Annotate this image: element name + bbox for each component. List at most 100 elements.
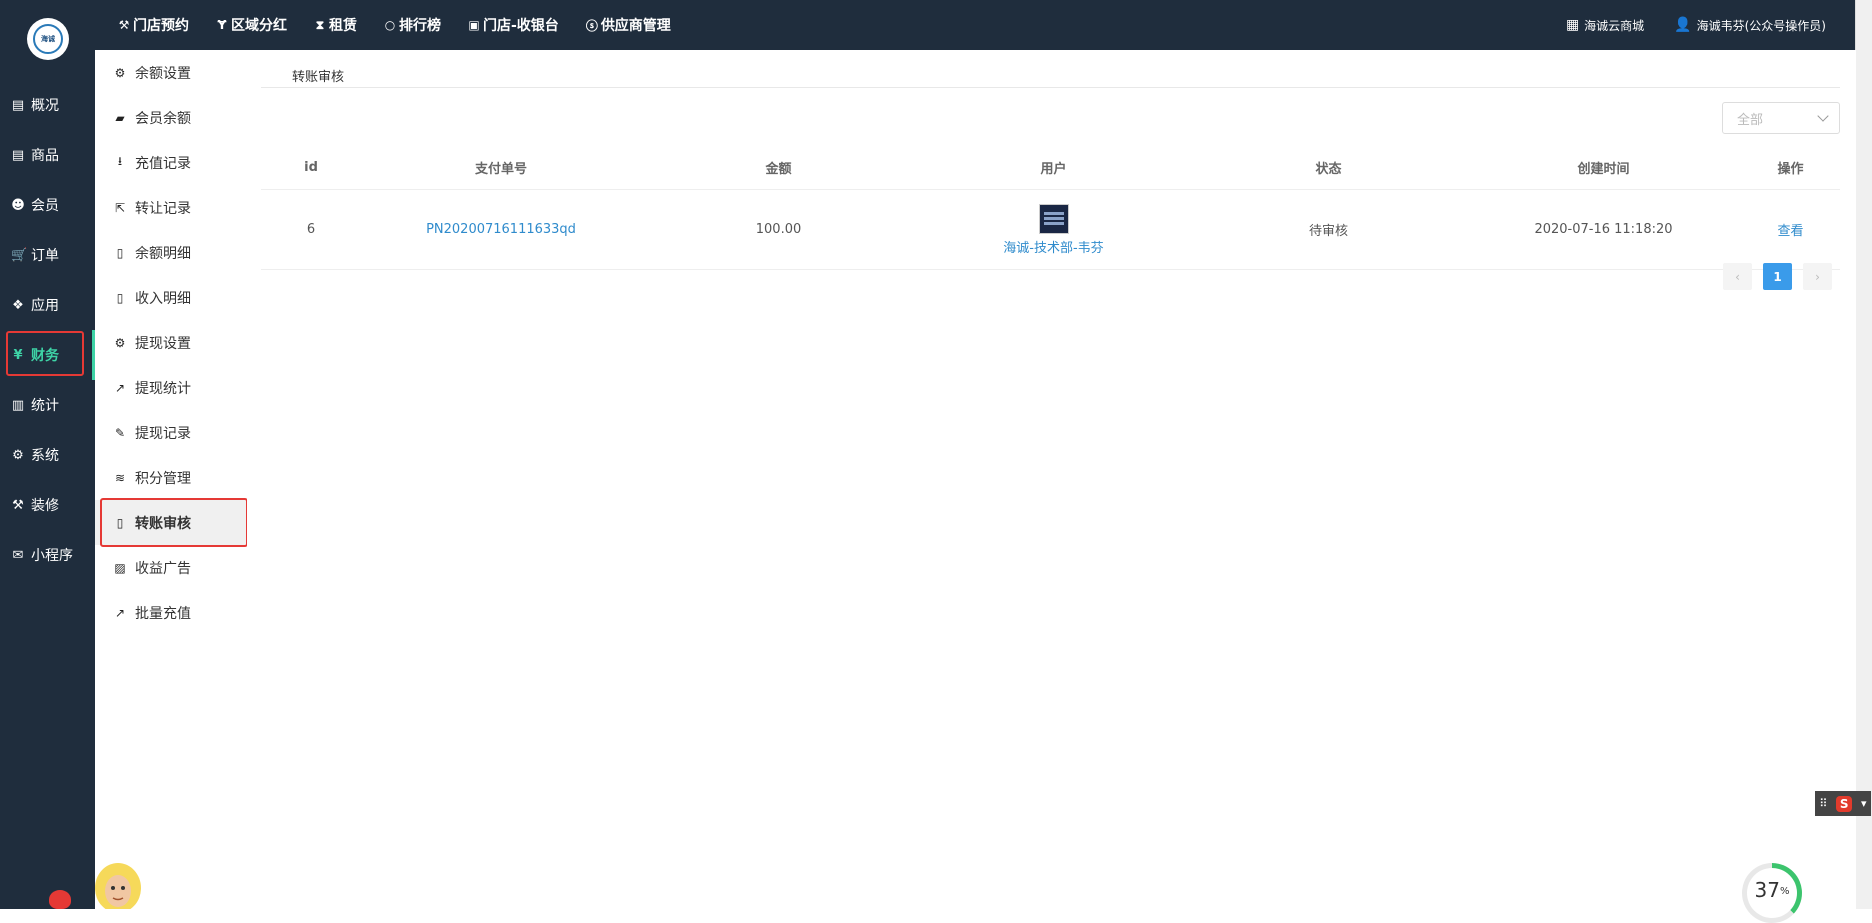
line-chart-icon: ↗ [114,380,126,395]
external-link-icon: ⇱ [114,200,126,215]
cell-created: 2020-07-16 11:18:20 [1466,189,1741,270]
subnav-item-bulk-recharge[interactable]: ↗ 批量充值 [95,590,247,635]
topnav-item-lease[interactable]: ⧗ 租赁 [314,15,357,35]
pagination: ‹ 1 › [1723,263,1832,290]
subnav-item-balance-settings[interactable]: ⚙ 余额设置 [95,50,247,95]
download-icon: ⭳ [117,154,123,168]
sidebar-item-overview[interactable]: ▤ 概况 [0,80,95,130]
shop-link[interactable]: ▦ 海诚云商城 [1566,17,1644,34]
subnav-item-label: 转让记录 [135,200,191,217]
user-link[interactable]: 海诚-技术部-韦芬 [1003,241,1103,256]
chevron-down-icon [1817,110,1829,122]
subnav-item-withdraw-stats[interactable]: ↗ 提现统计 [95,365,247,410]
topnav-label: 区域分红 [231,18,287,34]
prev-page-button[interactable]: ‹ [1723,263,1752,290]
circle-icon: ○ [384,18,396,32]
avatar[interactable] [1038,203,1069,234]
page-1-button[interactable]: 1 [1763,263,1792,290]
user-label: 海诚韦芬(公众号操作员) [1696,18,1826,33]
user-icon: 👤 [1674,17,1692,33]
mascot-icon [95,863,141,909]
subnav-item-points[interactable]: ≋ 积分管理 [95,455,247,500]
subnav-item-transfer-review[interactable]: ▯ 转账审核 [95,500,247,545]
performance-gauge[interactable]: 37% [1742,863,1802,923]
page-scrollbar[interactable] [1855,0,1872,909]
cash-icon: ▣ [468,18,480,32]
col-header-created: 创建时间 [1466,145,1741,190]
subnav-item-recharge-records[interactable]: ⭳ 充值记录 [95,140,247,185]
topnav-label: 供应商管理 [600,18,671,34]
top-bar: ⚒ 门店预约 Ɏ 区域分红 ⧗ 租赁 ○ 排行榜 ▣ 门店-收银台 ⓢ 供应商管理 ▦ 海诚云… [0,0,1856,50]
subnav-item-label: 积分管理 [135,470,191,487]
col-header-action: 操作 [1741,145,1840,190]
subnav-item-member-balance[interactable]: ▰ 会员余额 [95,95,247,140]
grid-icon: ▦ [1565,17,1580,33]
sidebar-item-label: 装修 [31,498,59,514]
gavel-icon: ⚒ [12,497,24,513]
skype-icon: ⓢ [585,18,598,33]
topnav-item-cashier[interactable]: ▣ 门店-收银台 [468,15,558,35]
sidebar-item-members[interactable]: ☻ 会员 [0,180,95,230]
sidebar-item-statistics[interactable]: ▥ 统计 [0,380,95,430]
sidebar-item-decoration[interactable]: ⚒ 装修 [0,480,95,530]
gauge-readout: 37% [1747,868,1797,918]
sidebar-item-label: 统计 [31,398,59,414]
line-chart-icon: ↗ [114,605,126,620]
subnav-item-label: 提现统计 [135,380,191,397]
fork-icon: Ɏ [217,18,227,32]
logo[interactable]: 海诚 [27,18,69,60]
sidebar-item-label: 订单 [31,248,59,264]
sidebar-item-finance[interactable]: ¥ 财务 [0,330,95,380]
status-filter-value: 全部 [1737,112,1764,128]
gauge-value: 37 [1754,878,1780,902]
shop-label: 海诚云商城 [1584,18,1645,33]
cell-action: 查看 [1741,189,1840,270]
sidebar-item-label: 会员 [31,198,59,214]
status-filter-select[interactable]: 全部 [1722,102,1840,134]
order-no-link[interactable]: PN20200716111633qd [426,222,576,237]
bar-chart-icon: ▥ [11,397,25,413]
subnav-item-label: 余额明细 [135,245,191,262]
sidebar-item-products[interactable]: ▤ 商品 [0,130,95,180]
topnav-item-regional-bonus[interactable]: Ɏ 区域分红 [216,15,287,35]
topnav-item-store-booking[interactable]: ⚒ 门店预约 [118,15,189,35]
subnav-item-revenue-ads[interactable]: ▨ 收益广告 [95,545,247,590]
ime-toolbar[interactable]: ⠿ S ▾ [1815,791,1871,816]
sidebar-item-label: 财务 [31,348,59,364]
caret-down-icon: ▾ [1861,797,1867,810]
topnav-item-ranking[interactable]: ○ 排行榜 [384,15,441,35]
col-header-order-no: 支付单号 [361,145,641,190]
sidebar-item-apps[interactable]: ❖ 应用 [0,280,95,330]
subnav-item-withdraw-records[interactable]: ✎ 提现记录 [95,410,247,455]
subnav-item-income-details[interactable]: ▯ 收入明细 [95,275,247,320]
file-icon: ▯ [116,290,124,305]
subnav-item-balance-details[interactable]: ▯ 余额明细 [95,230,247,275]
subnav-item-label: 充值记录 [135,155,191,172]
col-header-amount: 金额 [641,145,916,190]
next-page-button[interactable]: › [1803,263,1832,290]
topnav-item-supplier[interactable]: ⓢ 供应商管理 [586,15,671,35]
subnav-item-transfer-records[interactable]: ⇱ 转让记录 [95,185,247,230]
box-icon: ▤ [11,147,25,163]
sidebar-item-label: 应用 [31,298,59,314]
view-button[interactable]: 查看 [1777,224,1803,239]
sidebar-item-system[interactable]: ⚙ 系统 [0,430,95,480]
sidebar-item-label: 系统 [31,448,59,464]
sidebar-item-label: 概况 [31,98,59,114]
user-menu[interactable]: 👤 海诚韦芬(公众号操作员) [1674,17,1826,34]
file-icon: ▯ [116,515,124,530]
sidebar-item-miniprogram[interactable]: ✉ 小程序 [0,530,95,580]
cubes-icon: ❖ [12,297,24,313]
apple-icon [49,890,71,909]
subnav-item-label: 会员余额 [135,110,191,127]
subnav-item-withdraw-settings[interactable]: ⚙ 提现设置 [95,320,247,365]
top-nav: ⚒ 门店预约 Ɏ 区域分红 ⧗ 租赁 ○ 排行榜 ▣ 门店-收银台 ⓢ 供应商管理 [118,0,698,50]
sidebar-item-orders[interactable]: 🛒 订单 [0,230,95,280]
gear-icon: ⚙ [114,335,126,350]
cell-amount: 100.00 [641,189,916,270]
subnav-item-label: 提现设置 [135,335,191,352]
breadcrumb: 转账审核 [292,70,345,85]
cell-order-no: PN20200716111633qd [361,189,641,270]
subnav-item-label: 余额设置 [135,65,191,82]
gears-icon: ⚙ [12,447,24,463]
